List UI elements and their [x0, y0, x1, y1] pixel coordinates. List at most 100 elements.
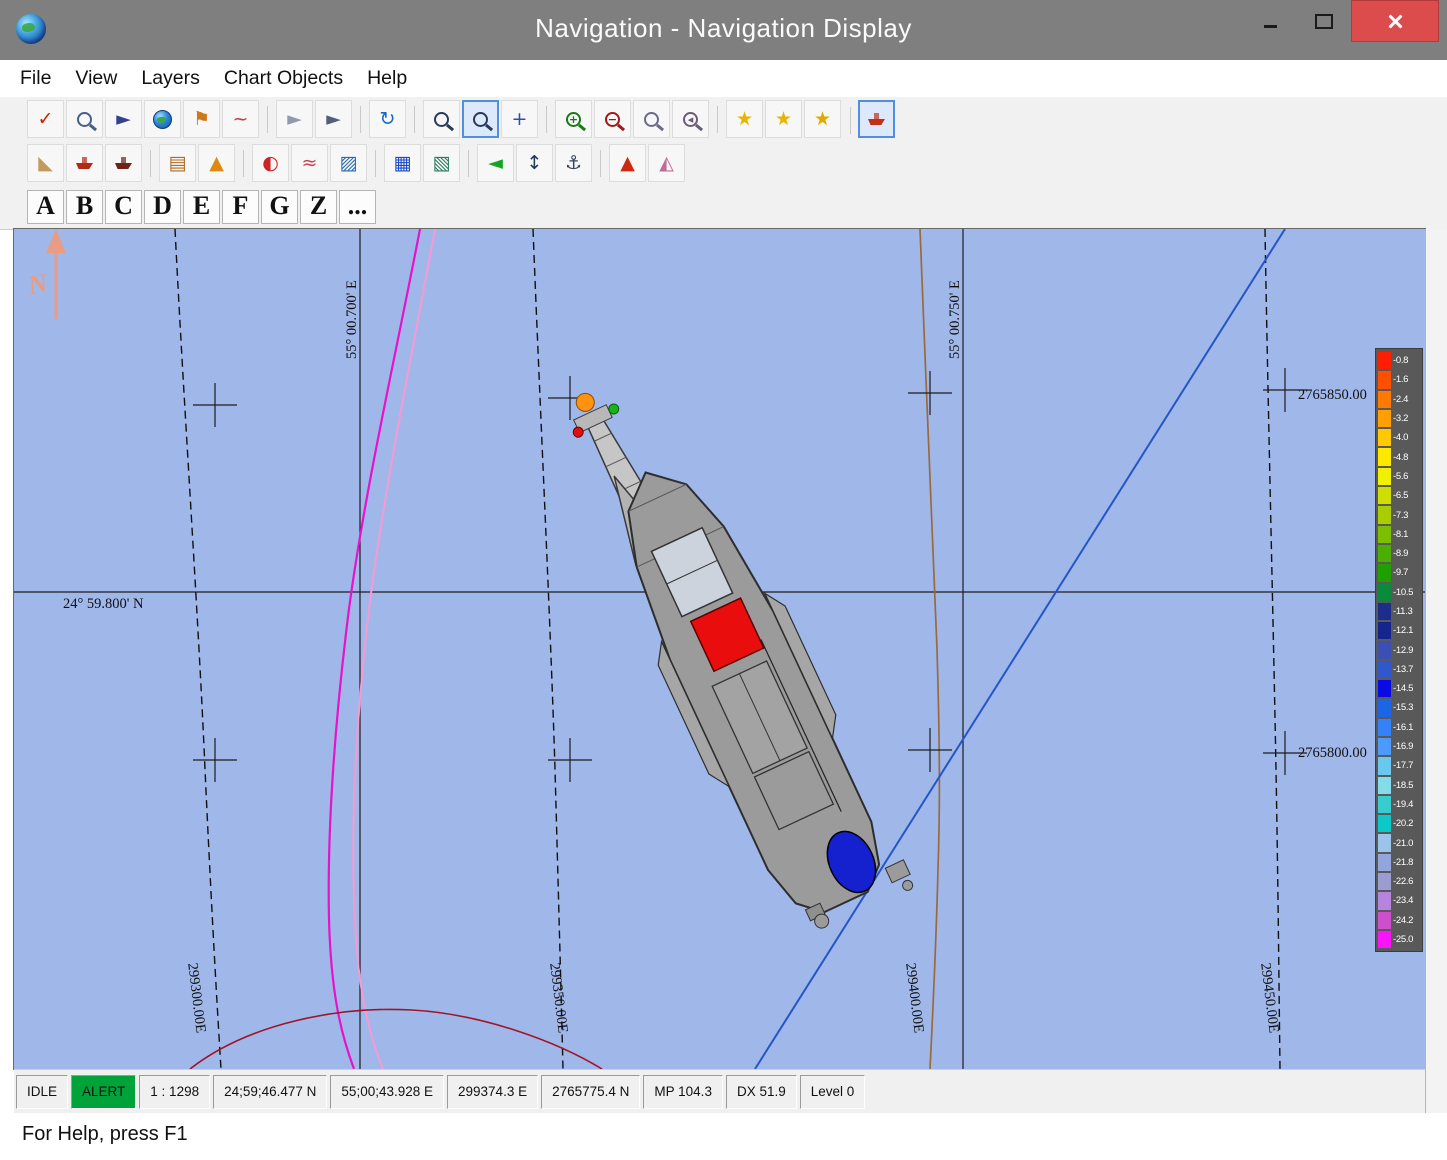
menu-chart-objects[interactable]: Chart Objects [212, 64, 355, 93]
favorite-view-button[interactable]: ★ [726, 100, 763, 138]
legend-row: -4.0 [1378, 428, 1421, 447]
chart-canvas[interactable]: 55° 00.700' E 55° 00.750' E 24° 59.800' … [14, 229, 1425, 1069]
refresh-icon: ↻ [380, 110, 396, 129]
legend-color-swatch [1378, 487, 1391, 504]
legend-row: -21.8 [1378, 853, 1421, 872]
legend-color-swatch [1378, 815, 1391, 832]
menu-layers[interactable]: Layers [129, 64, 212, 93]
legend-depth-value: -1.6 [1393, 374, 1408, 385]
zoom-window-button[interactable] [462, 100, 499, 138]
grid-overlay-button[interactable]: ▦ [384, 144, 421, 182]
northing-label-1: 2765850.00 [1298, 387, 1367, 403]
buoy-marker-button[interactable]: ▲ [609, 144, 646, 182]
mob-button[interactable] [858, 100, 895, 138]
alarm-zone-button[interactable]: ◭ [648, 144, 685, 182]
legend-row: -23.4 [1378, 891, 1421, 910]
pointer-tool-button[interactable]: ► [105, 100, 142, 138]
vessel-anchor-button[interactable] [105, 144, 142, 182]
vessel [541, 354, 916, 946]
layer-manager-button[interactable]: ▤ [159, 144, 196, 182]
zoom-out-icon: − [605, 112, 620, 127]
legend-depth-value: -19.4 [1393, 799, 1413, 810]
pan-button[interactable]: + [501, 100, 538, 138]
terrain-view-button[interactable]: ▲ [198, 144, 235, 182]
legend-row: -6.5 [1378, 486, 1421, 505]
menu-help[interactable]: Help [355, 64, 419, 93]
legend-row: -3.2 [1378, 409, 1421, 428]
ebl-vrm-button[interactable]: ◐ [252, 144, 289, 182]
select-cursor-button[interactable]: ► [276, 100, 313, 138]
legend-depth-value: -16.9 [1393, 741, 1413, 752]
favorite-add-button[interactable]: ★ [804, 100, 841, 138]
legend-color-swatch [1378, 584, 1391, 601]
layer-z-button[interactable]: Z [300, 190, 337, 224]
maximize-button[interactable] [1297, 0, 1351, 42]
layer-d-button[interactable]: D [144, 190, 181, 224]
legend-row: -8.1 [1378, 525, 1421, 544]
boundary-line-brown [920, 229, 939, 1069]
layer-more-button[interactable]: ... [339, 190, 376, 224]
legend-color-swatch [1378, 854, 1391, 871]
easting-status: 299374.3 E [447, 1075, 538, 1109]
legend-row: -8.9 [1378, 544, 1421, 563]
vessel-marker-button[interactable] [66, 144, 103, 182]
legend-color-swatch [1378, 448, 1391, 465]
legend-row: -12.1 [1378, 621, 1421, 640]
waypoint-button[interactable]: ⚑ [183, 100, 220, 138]
zoom-in-button[interactable]: + [555, 100, 592, 138]
survey-config-button[interactable]: ✓ [27, 100, 64, 138]
legend-color-swatch [1378, 506, 1391, 523]
secondary-toolbar: ◣ ▤ ▲ ◐ ≈ ▨ ▦ ▧ ◄ ↕ ⚓ ▲ ◭ [0, 141, 1447, 185]
route-button[interactable]: ~ [222, 100, 259, 138]
zoom-back-button[interactable]: ◂ [672, 100, 709, 138]
minimize-button[interactable] [1243, 0, 1297, 42]
vertical-scrollbar[interactable] [1425, 229, 1447, 1147]
legend-depth-value: -16.1 [1393, 722, 1413, 733]
zoom-tool-button[interactable] [423, 100, 460, 138]
legend-depth-value: -15.3 [1393, 702, 1413, 713]
layer-c-button[interactable]: C [105, 190, 142, 224]
projection-globe-button[interactable] [144, 100, 181, 138]
star-add-icon: ★ [814, 110, 831, 129]
chart-area-icon: ▧ [433, 154, 451, 173]
cursor-query-icon: ► [326, 110, 341, 129]
zoom-previous-button[interactable] [633, 100, 670, 138]
chart-search-button[interactable] [66, 100, 103, 138]
track-history-button[interactable]: ≈ [291, 144, 328, 182]
pointer-icon: ► [116, 110, 131, 129]
chart-base-button[interactable]: ▧ [423, 144, 460, 182]
profile-view-button[interactable]: ↕ [516, 144, 553, 182]
minimize-icon [1264, 25, 1277, 28]
dx-status: DX 51.9 [726, 1075, 797, 1109]
legend-depth-value: -6.5 [1393, 490, 1408, 501]
query-cursor-button[interactable]: ► [315, 100, 352, 138]
measure-tool-button[interactable]: ◣ [27, 144, 64, 182]
legend-color-swatch [1378, 526, 1391, 543]
legend-depth-value: -21.8 [1393, 857, 1413, 868]
legend-color-swatch [1378, 371, 1391, 388]
dashed-track-icon: ≈ [302, 154, 318, 173]
legend-depth-value: -9.7 [1393, 567, 1408, 578]
layer-g-button[interactable]: G [261, 190, 298, 224]
redraw-button[interactable]: ↻ [369, 100, 406, 138]
legend-depth-value: -8.1 [1393, 529, 1408, 540]
legend-row: -11.3 [1378, 602, 1421, 621]
layer-f-button[interactable]: F [222, 190, 259, 224]
map-graphics [14, 229, 1425, 1069]
layer-b-button[interactable]: B [66, 190, 103, 224]
layer-e-button[interactable]: E [183, 190, 220, 224]
legend-color-swatch [1378, 931, 1391, 948]
globe-icon [153, 110, 172, 129]
legend-color-swatch [1378, 564, 1391, 581]
heading-flag-button[interactable]: ◄ [477, 144, 514, 182]
zoom-in-icon: + [566, 112, 581, 127]
zoom-out-button[interactable]: − [594, 100, 631, 138]
menu-file[interactable]: File [8, 64, 63, 93]
close-button[interactable] [1351, 0, 1439, 42]
tide-info-button[interactable]: ▨ [330, 144, 367, 182]
anchor-watch-button[interactable]: ⚓ [555, 144, 592, 182]
menu-view[interactable]: View [63, 64, 129, 93]
layer-a-button[interactable]: A [27, 190, 64, 224]
favorite-go-button[interactable]: ★ [765, 100, 802, 138]
star-icon: ★ [736, 110, 753, 129]
